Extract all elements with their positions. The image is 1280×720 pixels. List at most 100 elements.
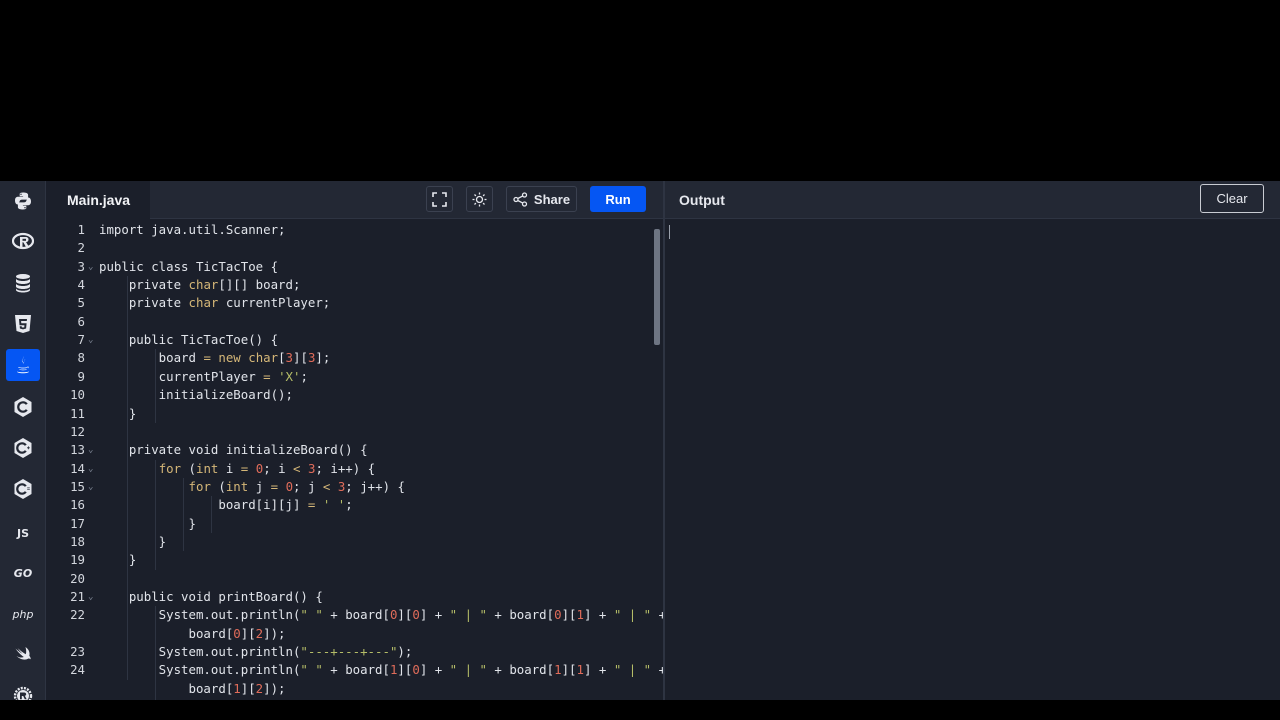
sidebar-item-python[interactable]	[6, 185, 40, 217]
code-text: public void printBoard() {	[99, 589, 323, 604]
code-line[interactable]: 14 ⌄ for (int i = 0; i < 3; i++) {	[46, 460, 663, 478]
code-line[interactable]: 15 ⌄ for (int j = 0; j < 3; j++) {	[46, 478, 663, 496]
sidebar-item-c[interactable]	[6, 391, 40, 423]
python-icon	[15, 192, 31, 210]
fold-chevron-icon[interactable]: ⌄	[88, 478, 93, 496]
code-text: board[i][j] = ' ';	[99, 497, 353, 513]
go-icon: GO	[13, 566, 33, 580]
code-text: for (int j = 0; j < 3; j++) {	[188, 478, 405, 494]
line-number: 13	[70, 442, 85, 458]
fold-chevron-icon[interactable]: ⌄	[88, 460, 93, 478]
line-number: 11	[70, 405, 85, 421]
fullscreen-button[interactable]	[426, 186, 453, 212]
sidebar-item-java[interactable]	[6, 349, 40, 381]
code-text: currentPlayer = 'X';	[99, 368, 308, 384]
code-line[interactable]: 23 System.out.println("---+---+---");	[46, 643, 663, 661]
language-sidebar: JS GO php	[0, 181, 46, 700]
code-line[interactable]: board[1][2]);	[46, 680, 663, 698]
code-text: System.out.println(" " + board[1][0] + "…	[99, 662, 663, 678]
code-line[interactable]: 12	[46, 423, 663, 441]
share-icon	[513, 191, 528, 207]
code-text: }	[99, 552, 137, 568]
code-line[interactable]: 24 System.out.println(" " + board[1][0] …	[46, 661, 663, 679]
sidebar-item-cpp[interactable]	[6, 432, 40, 464]
code-line[interactable]: 1 import java.util.Scanner;	[46, 221, 663, 239]
code-text: }	[99, 515, 196, 531]
sidebar-item-html[interactable]	[6, 308, 40, 340]
code-line[interactable]: board[0][2]);	[46, 625, 663, 643]
code-text: private char[][] board;	[99, 277, 301, 293]
line-number: 3	[77, 258, 85, 274]
sidebar-item-r[interactable]	[6, 226, 40, 258]
code-text: }	[99, 533, 167, 549]
fold-chevron-icon[interactable]: ⌄	[88, 331, 93, 349]
code-line[interactable]: 13 ⌄ private void initializeBoard() {	[46, 441, 663, 459]
line-number: 6	[77, 313, 85, 329]
output-cursor	[669, 225, 670, 239]
code-line[interactable]: 25 System.out.println("---+---+---");	[46, 698, 663, 700]
indent-guide	[211, 496, 212, 533]
sidebar-item-php[interactable]: php	[6, 598, 40, 630]
share-button[interactable]: Share	[506, 186, 577, 212]
sidebar-item-javascript[interactable]: JS	[6, 517, 40, 549]
indent-guide	[127, 276, 128, 680]
code-line[interactable]: 3 ⌄ public class TicTacToe {	[46, 258, 663, 276]
fold-chevron-icon[interactable]: ⌄	[88, 441, 93, 459]
line-number: 23	[70, 644, 85, 660]
code-line[interactable]: 19 }	[46, 551, 663, 569]
line-number: 18	[70, 533, 85, 549]
html5-icon	[15, 315, 31, 333]
output-console[interactable]	[663, 219, 1280, 700]
line-number: 15	[70, 478, 85, 494]
sidebar-item-swift[interactable]	[6, 639, 40, 671]
code-text: private void initializeBoard() {	[99, 442, 368, 458]
code-line[interactable]: 7 ⌄ public TicTacToe() {	[46, 331, 663, 349]
sidebar-item-csharp[interactable]	[6, 473, 40, 505]
line-number: 4	[77, 277, 85, 293]
fold-chevron-icon[interactable]: ⌄	[88, 258, 93, 276]
line-number: 24	[70, 662, 85, 678]
output-header: Output Clear	[663, 181, 1280, 219]
code-text: public class TicTacToe {	[99, 258, 279, 274]
code-line[interactable]: 20	[46, 570, 663, 588]
csharp-icon	[14, 479, 32, 499]
code-line[interactable]: 18 }	[46, 533, 663, 551]
line-number: 16	[70, 497, 85, 513]
line-number: 12	[70, 423, 85, 439]
code-text: System.out.println("---+---+---");	[99, 644, 413, 660]
sidebar-item-go[interactable]: GO	[6, 557, 40, 589]
code-line[interactable]: 9 currentPlayer = 'X';	[46, 368, 663, 386]
code-line[interactable]: 11 }	[46, 405, 663, 423]
line-number: 25	[46, 698, 85, 700]
code-line[interactable]: 4 private char[][] board;	[46, 276, 663, 294]
code-line[interactable]: 21 ⌄ public void printBoard() {	[46, 588, 663, 606]
code-text: initializeBoard();	[99, 387, 293, 403]
line-number: 22	[70, 607, 85, 623]
run-button[interactable]: Run	[590, 186, 646, 212]
sidebar-item-rust[interactable]	[6, 680, 40, 700]
code-line[interactable]: 10 initializeBoard();	[46, 386, 663, 404]
fullscreen-icon	[432, 191, 447, 207]
indent-guide	[155, 349, 156, 423]
sidebar-item-sql[interactable]	[6, 267, 40, 299]
code-text: System.out.println(" " + board[0][0] + "…	[99, 607, 663, 623]
line-number: 8	[77, 350, 85, 366]
clear-button[interactable]: Clear	[1200, 184, 1264, 213]
code-line[interactable]: 2	[46, 239, 663, 257]
code-line[interactable]: 8 board = new char[3][3];	[46, 349, 663, 367]
code-line[interactable]: 16 board[i][j] = ' ';	[46, 496, 663, 514]
theme-toggle-button[interactable]	[466, 186, 493, 212]
code-text: board = new char[3][3];	[99, 350, 331, 366]
code-line[interactable]: 5 private char currentPlayer;	[46, 294, 663, 312]
code-playground: JS GO php Main.java Share Run 1 import j…	[0, 181, 1280, 700]
code-line[interactable]: 22 System.out.println(" " + board[0][0] …	[46, 606, 663, 624]
code-editor[interactable]: 1 import java.util.Scanner; 2 3 ⌄ public clas…	[46, 219, 663, 700]
file-tab-main-java[interactable]: Main.java	[46, 181, 150, 219]
editor-scrollbar-thumb[interactable]	[654, 229, 660, 345]
fold-chevron-icon[interactable]: ⌄	[88, 588, 93, 606]
code-line[interactable]: 17 }	[46, 515, 663, 533]
indent-guide	[155, 459, 156, 570]
code-line[interactable]: 6	[46, 313, 663, 331]
line-number: 1	[77, 222, 85, 237]
c-icon	[14, 397, 32, 417]
